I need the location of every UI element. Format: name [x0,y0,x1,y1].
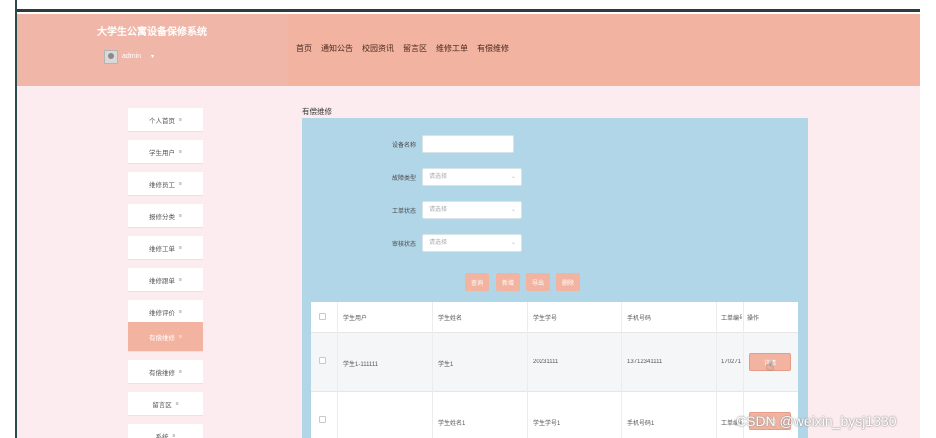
cell-student-name: 学生1 [438,362,454,368]
cell-student-no: 学生学号1 [533,421,561,427]
column-header-order-no[interactable]: 工单编号 [721,302,742,332]
cell-order-no: 170271 [721,359,742,365]
chevron-down-icon: ⌄ [510,240,516,246]
order-status-select[interactable]: 请选择 ⌄ [422,201,522,219]
window-right-margin [920,0,936,438]
menu-icon: ≡ [179,308,182,315]
sidebar-item-repair-orders[interactable]: 维修工单 ≡ [128,236,203,260]
audit-status-select[interactable]: 请选择 ⌄ [422,234,522,252]
nav-home[interactable]: 首页 [296,43,312,54]
sidebar-item-label: 维修工单 [149,245,176,253]
device-name-input[interactable] [422,135,514,153]
row-checkbox[interactable] [319,416,326,423]
watermark: CSDN @weixin_bysj1330 [736,413,897,429]
sidebar-item-label: 系统 [155,433,169,438]
sidebar-item-students[interactable]: 学生用户 ≡ [128,140,203,164]
select-all-checkbox[interactable] [319,313,326,320]
column-divider [716,302,717,438]
cell-phone: 手机号码1 [627,421,655,427]
sidebar-item-label: 报修分类 [149,213,176,221]
column-divider [527,302,528,438]
sidebar-item-label: 个人首页 [149,117,176,125]
sidebar-item-label: 维修员工 [149,181,176,189]
site-title: 大学生公寓设备保修系统 [97,27,207,38]
sidebar-item-paid-repair[interactable]: 有偿维修 ≡ [128,322,203,352]
chevron-down-icon[interactable]: ▾ [151,53,154,60]
audit-status-label: 审核状态 [391,242,416,248]
sidebar-item-label: 维修跟单 [149,277,176,285]
sidebar-item-profile[interactable]: 个人首页 ≡ [128,108,203,132]
column-divider [337,302,338,438]
select-placeholder: 请选择 [429,174,448,180]
row-checkbox[interactable] [319,357,326,364]
order-status-label: 工单状态 [391,209,416,215]
sidebar-item-system[interactable]: 系统 ≡ [128,424,203,438]
nav-paid-repair[interactable]: 有偿维修 [477,43,509,54]
column-header-actions: 操作 [747,315,760,322]
column-header-phone[interactable]: 手机号码 [627,302,713,332]
avatar[interactable] [104,50,118,64]
cell-student-user: 学生1-111111 [343,362,379,368]
menu-icon: ≡ [175,400,179,407]
chevron-down-icon: ⌄ [510,174,516,180]
sidebar-item-repair-staff[interactable]: 维修员工 ≡ [128,172,203,196]
delete-button[interactable]: 删除 [556,273,580,291]
page-title: 有偿维修 [302,107,332,116]
sidebar-item-repair-category[interactable]: 报修分类 ≡ [128,204,203,228]
menu-icon: ≡ [179,244,182,251]
window-top-strip [17,0,920,12]
sidebar-item-label: 维修评价 [149,309,176,317]
column-divider [621,302,622,438]
app-window: 大学生公寓设备保修系统 admin ▾ 首页 通知公告 校园资讯 留言区 维修工… [0,0,936,438]
menu-icon: ≡ [179,180,182,187]
add-button[interactable]: 新增 [496,273,520,291]
nav-message-board[interactable]: 留言区 [403,43,427,54]
column-header-student-no[interactable]: 学生学号 [533,302,619,332]
pointer-hand-icon: ☝ [766,358,774,373]
export-button[interactable]: 导出 [526,273,550,291]
menu-icon: ≡ [179,116,182,123]
menu-icon: ≡ [179,148,182,155]
data-table: 学生用户 学生姓名 学生学号 手机号码 工单编号 操作 学生1-111111 学… [311,302,798,438]
device-name-label: 设备名称 [391,143,416,149]
menu-icon: ≡ [172,432,176,438]
nav-notice[interactable]: 通知公告 [321,43,353,54]
nav-campus-news[interactable]: 校园资讯 [362,43,394,54]
sidebar-item-label: 留言区 [152,401,172,409]
top-nav: 首页 通知公告 校园资讯 留言区 维修工单 有偿维修 [296,43,509,54]
select-placeholder: 请选择 [429,240,448,246]
user-name[interactable]: admin [122,53,141,60]
select-placeholder: 请选择 [429,207,448,213]
menu-icon: ≡ [179,276,182,283]
fault-type-label: 故障类型 [391,176,416,182]
search-button[interactable]: 查询 [465,273,489,291]
sidebar-item-paid-repair-sub[interactable]: 有偿维修 ≡ [128,360,203,384]
sidebar-item-message-board[interactable]: 留言区 ≡ [128,392,203,416]
sidebar-item-repair-review[interactable]: 维修评价 ≡ [128,300,203,324]
column-header-student-name[interactable]: 学生姓名 [438,302,524,332]
menu-icon: ≡ [179,333,182,340]
cell-student-name: 学生姓名1 [438,421,466,427]
window-left-edge [0,0,17,438]
table-row[interactable] [311,392,798,438]
cell-phone: 13712341111 [627,359,663,365]
chevron-down-icon: ⌄ [510,207,516,213]
sidebar-item-label: 有偿维修 [149,369,176,377]
sidebar-item-repair-tracking[interactable]: 维修跟单 ≡ [128,268,203,292]
cell-student-no: 20231111 [533,359,559,365]
fault-type-select[interactable]: 请选择 ⌄ [422,168,522,186]
column-divider [432,302,433,438]
sidebar-item-label: 有偿维修 [149,334,176,342]
menu-icon: ≡ [179,212,182,219]
column-header-student-user[interactable]: 学生用户 [343,302,429,332]
sidebar-item-label: 学生用户 [149,149,176,157]
menu-icon: ≡ [179,368,182,375]
nav-repair-orders[interactable]: 维修工单 [436,43,468,54]
